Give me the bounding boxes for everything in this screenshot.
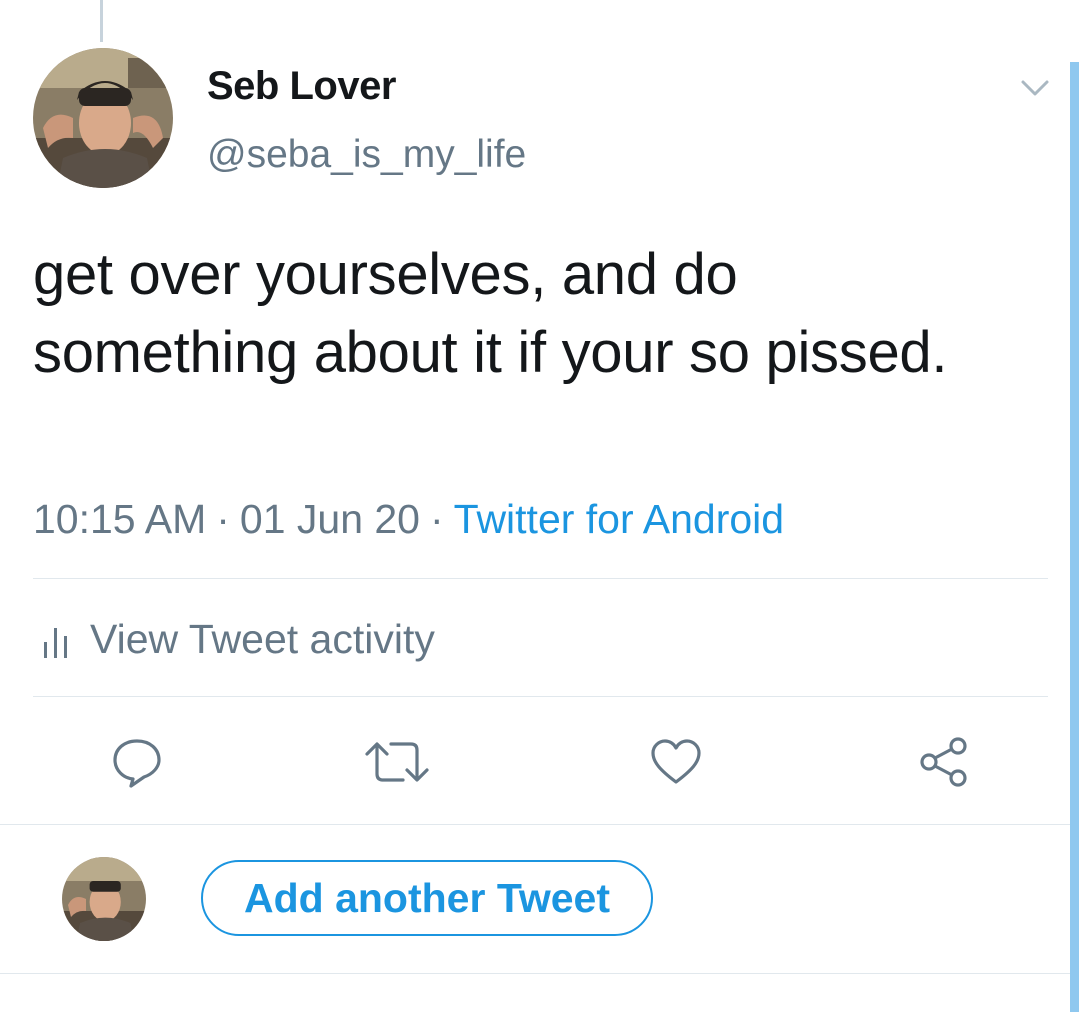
tweet-metadata: 10:15 AM · 01 Jun 20 · Twitter for Android	[33, 496, 784, 543]
current-user-avatar[interactable]	[62, 857, 146, 941]
divider	[0, 824, 1070, 825]
meta-separator: ·	[216, 496, 230, 542]
divider	[33, 578, 1048, 579]
author-avatar[interactable]	[33, 48, 173, 188]
retweet-button[interactable]	[357, 736, 437, 788]
reply-icon	[113, 739, 161, 788]
tweet-date[interactable]: 01 Jun 20	[240, 496, 420, 542]
scrollbar[interactable]	[1070, 62, 1079, 1012]
chevron-down-icon[interactable]	[1018, 76, 1052, 100]
divider	[0, 973, 1070, 974]
share-button[interactable]	[918, 736, 970, 788]
heart-icon	[651, 739, 701, 784]
view-tweet-activity-link[interactable]: View Tweet activity	[40, 616, 435, 663]
like-button[interactable]	[650, 736, 702, 788]
share-icon	[920, 737, 967, 787]
author-display-name[interactable]: Seb Lover	[207, 64, 396, 109]
view-tweet-activity-label: View Tweet activity	[90, 616, 435, 662]
retweet-icon	[365, 742, 429, 782]
bar-chart-icon	[40, 620, 72, 660]
divider	[33, 696, 1048, 697]
tweet-time[interactable]: 10:15 AM	[33, 496, 206, 542]
avatar-photo	[62, 857, 146, 941]
tweet-source-link[interactable]: Twitter for Android	[454, 496, 784, 542]
reply-button[interactable]	[111, 736, 163, 788]
avatar-photo	[33, 48, 173, 188]
meta-separator: ·	[430, 496, 444, 542]
add-another-tweet-button[interactable]: Add another Tweet	[201, 860, 653, 936]
author-handle[interactable]: @seba_is_my_life	[207, 133, 526, 177]
tweet-text: get over yourselves, and do something ab…	[33, 242, 948, 385]
thread-connector-line	[100, 0, 103, 42]
